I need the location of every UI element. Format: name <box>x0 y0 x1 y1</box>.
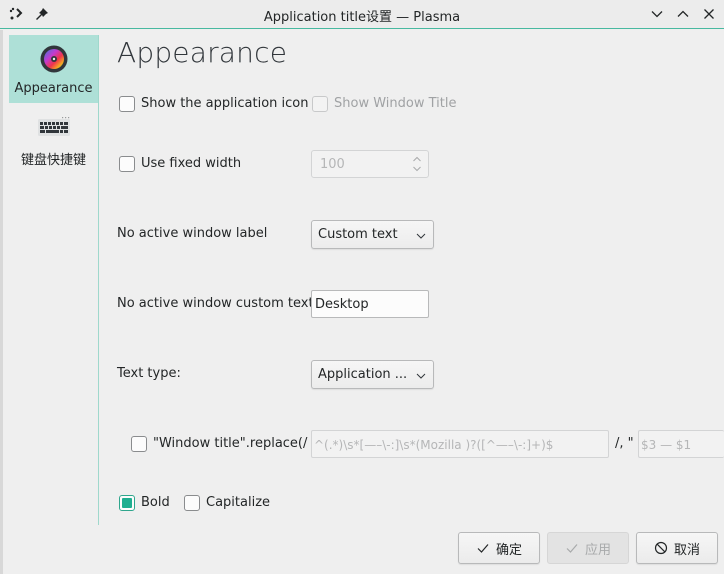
replace-separator-label: /, " <box>615 436 634 451</box>
maximize-icon[interactable] <box>674 5 692 23</box>
show-app-icon-checkbox[interactable] <box>119 96 135 112</box>
title-bar: Application title设置 — Plasma <box>0 0 724 29</box>
no-active-window-label: No active window label <box>117 226 268 241</box>
minimize-icon[interactable] <box>648 5 666 23</box>
sidebar: Appearance 键盘快捷键 <box>9 35 99 525</box>
replace-pattern-input[interactable]: ^(.*)\s*[—–\-:]\s*(Mozilla )?([^—–\-:]+)… <box>311 430 609 458</box>
no-active-window-combo-value: Custom text <box>318 227 398 242</box>
custom-text-input[interactable]: Desktop <box>311 290 429 318</box>
no-active-window-combo[interactable]: Custom text <box>311 220 434 249</box>
apply-button[interactable]: 应用 <box>547 532 629 564</box>
close-icon[interactable] <box>700 5 718 23</box>
keyboard-icon <box>37 111 70 143</box>
bold-checkbox[interactable] <box>119 495 135 511</box>
replace-checkbox[interactable] <box>131 436 147 452</box>
bold-label[interactable]: Bold <box>141 495 170 510</box>
chevron-down-icon <box>416 230 426 240</box>
custom-text-label: No active window custom text: <box>117 296 318 311</box>
cancel-button[interactable]: 取消 <box>636 532 718 564</box>
text-type-combo-value: Application ... <box>318 367 408 382</box>
cancel-button-label: 取消 <box>673 542 700 558</box>
replace-pattern-value: ^(.*)\s*[—–\-:]\s*(Mozilla )?([^—–\-:]+)… <box>314 438 554 452</box>
cancel-icon <box>654 541 668 555</box>
sidebar-item-appearance[interactable]: Appearance <box>9 35 98 103</box>
text-type-combo[interactable]: Application ... <box>311 360 434 389</box>
checkmark-icon <box>476 541 490 555</box>
replacement-input[interactable]: $3 — $1 <box>638 430 724 458</box>
spin-arrows-icon[interactable] <box>412 154 422 174</box>
show-window-title-label[interactable]: Show Window Title <box>334 96 456 111</box>
show-app-icon-label[interactable]: Show the application icon <box>141 96 308 111</box>
use-fixed-width-checkbox[interactable] <box>119 156 135 172</box>
color-wheel-icon <box>38 43 70 75</box>
fixed-width-value: 100 <box>320 157 345 172</box>
window-title: Application title设置 — Plasma <box>263 10 461 25</box>
window-edge <box>0 30 3 574</box>
fixed-width-spinbox[interactable]: 100 <box>311 150 429 178</box>
checkmark-icon <box>565 541 579 555</box>
show-window-title-checkbox[interactable] <box>312 96 328 112</box>
custom-text-value: Desktop <box>315 297 369 312</box>
replace-label[interactable]: "Window title".replace(/ <box>153 436 307 451</box>
use-fixed-width-label[interactable]: Use fixed width <box>141 156 241 171</box>
sidebar-item-label: 键盘快捷键 <box>20 153 86 168</box>
chevron-down-icon <box>416 370 426 380</box>
page-title: Appearance <box>117 36 288 69</box>
sidebar-item-label: Appearance <box>14 81 93 96</box>
sidebar-item-shortcuts[interactable]: 键盘快捷键 <box>9 103 98 171</box>
apply-button-label: 应用 <box>584 542 611 558</box>
text-type-label: Text type: <box>117 366 181 381</box>
replacement-value: $3 — $1 <box>641 438 692 452</box>
ok-button[interactable]: 确定 <box>458 532 540 564</box>
capitalize-label[interactable]: Capitalize <box>206 495 270 510</box>
capitalize-checkbox[interactable] <box>184 495 200 511</box>
ok-button-label: 确定 <box>495 542 522 558</box>
